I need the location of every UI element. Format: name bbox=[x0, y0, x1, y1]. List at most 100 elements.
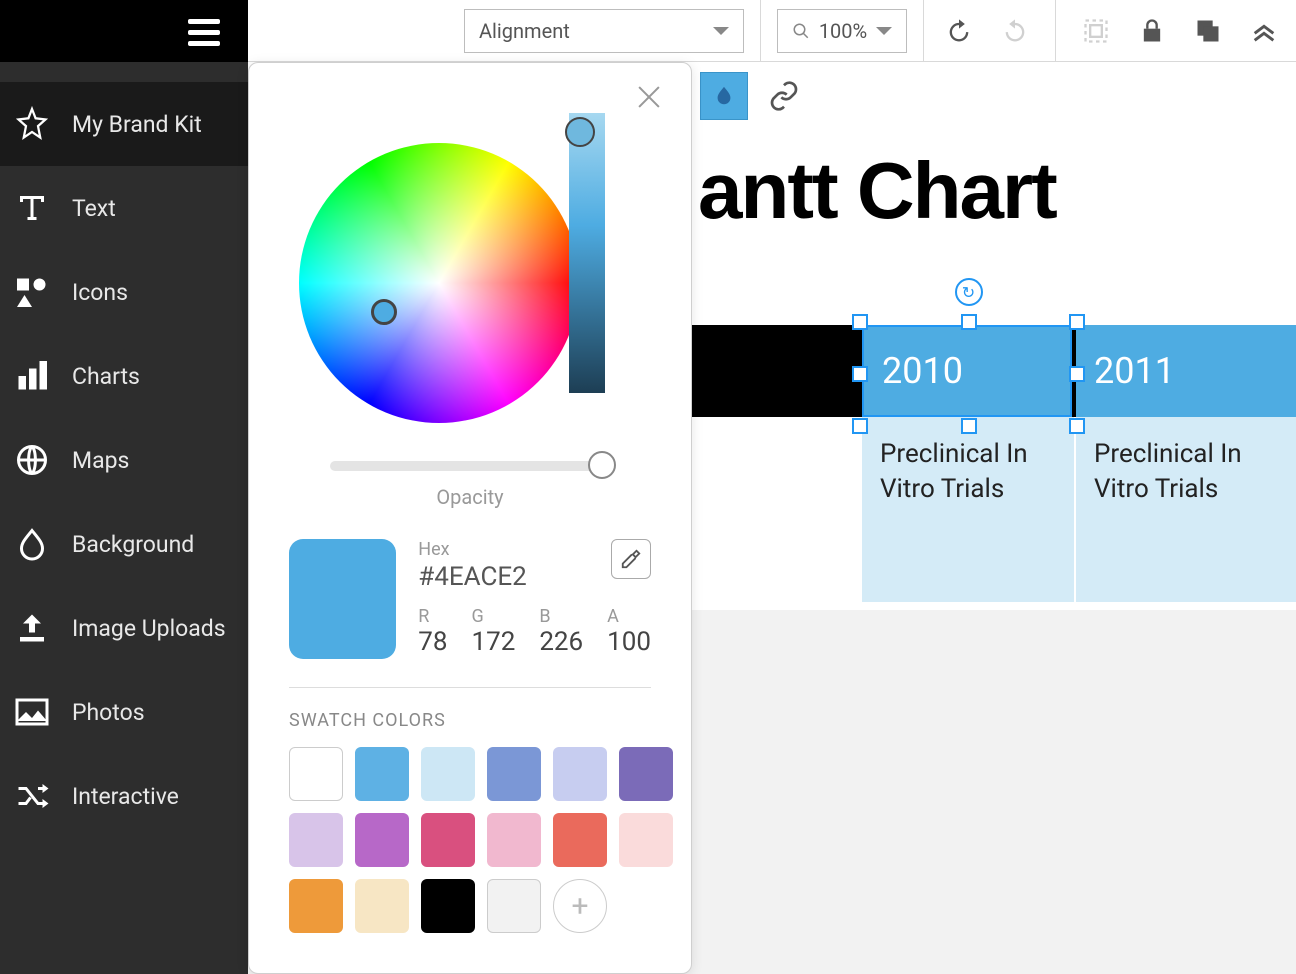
sidebar-item-label: Text bbox=[72, 195, 116, 222]
chevron-down-icon bbox=[876, 27, 892, 35]
photo-icon bbox=[14, 694, 50, 730]
swatch[interactable] bbox=[289, 879, 343, 933]
sidebar-item-label: Background bbox=[72, 531, 194, 558]
swatch[interactable] bbox=[487, 813, 541, 867]
swatch[interactable] bbox=[487, 879, 541, 933]
search-icon bbox=[792, 22, 810, 40]
current-color-swatch bbox=[289, 539, 396, 659]
divider bbox=[289, 687, 651, 688]
undo-button[interactable] bbox=[943, 15, 975, 47]
swatch[interactable] bbox=[289, 747, 343, 801]
fill-color-button[interactable] bbox=[700, 72, 748, 120]
b-label: B bbox=[539, 606, 583, 627]
text-icon bbox=[14, 190, 50, 226]
sidebar-item-charts[interactable]: Charts bbox=[0, 334, 248, 418]
sidebar-item-my-brand-kit[interactable]: My Brand Kit bbox=[0, 82, 248, 166]
gantt-header-2010[interactable]: 2010 bbox=[862, 325, 1072, 417]
sidebar-item-label: Charts bbox=[72, 363, 140, 390]
group-button[interactable] bbox=[1080, 15, 1112, 47]
swatch[interactable] bbox=[619, 813, 673, 867]
drop-icon bbox=[713, 83, 735, 109]
sidebar-item-maps[interactable]: Maps bbox=[0, 418, 248, 502]
swatch[interactable] bbox=[355, 747, 409, 801]
element-toolbar bbox=[700, 72, 800, 120]
hex-label: Hex bbox=[418, 539, 527, 560]
opacity-thumb[interactable] bbox=[588, 451, 616, 479]
drop-icon bbox=[14, 526, 50, 562]
a-value[interactable]: 100 bbox=[607, 627, 651, 657]
separator bbox=[760, 0, 761, 62]
zoom-label: 100% bbox=[819, 19, 867, 43]
eyedropper-button[interactable] bbox=[611, 539, 651, 579]
sidebar-item-image-uploads[interactable]: Image Uploads bbox=[0, 586, 248, 670]
globe-icon bbox=[14, 442, 50, 478]
sidebar-item-background[interactable]: Background bbox=[0, 502, 248, 586]
sidebar-item-label: My Brand Kit bbox=[72, 111, 202, 138]
sidebar: My Brand Kit Text Icons Charts Maps Back… bbox=[0, 0, 248, 974]
sidebar-item-text[interactable]: Text bbox=[0, 166, 248, 250]
sidebar-item-photos[interactable]: Photos bbox=[0, 670, 248, 754]
link-icon bbox=[768, 80, 800, 112]
r-value[interactable]: 78 bbox=[418, 627, 447, 657]
top-toolbar: Alignment 100% bbox=[248, 0, 1296, 62]
swatch[interactable] bbox=[553, 813, 607, 867]
alignment-dropdown[interactable]: Alignment bbox=[464, 9, 744, 53]
swatch[interactable] bbox=[355, 879, 409, 933]
color-wheel[interactable] bbox=[299, 143, 579, 423]
alignment-label: Alignment bbox=[479, 19, 570, 43]
close-button[interactable] bbox=[635, 83, 663, 111]
lightness-cursor[interactable] bbox=[565, 117, 595, 147]
opacity-label: Opacity bbox=[436, 485, 503, 509]
gantt-body-2011[interactable]: Preclinical In Vitro Trials bbox=[1076, 417, 1296, 602]
copy-button[interactable] bbox=[1192, 15, 1224, 47]
swatch[interactable] bbox=[355, 813, 409, 867]
gantt-header-2011[interactable]: 2011 bbox=[1076, 325, 1296, 417]
upload-icon bbox=[14, 610, 50, 646]
sidebar-item-label: Image Uploads bbox=[72, 615, 226, 642]
shapes-icon bbox=[14, 274, 50, 310]
sidebar-topbar bbox=[0, 0, 248, 62]
separator bbox=[1055, 0, 1056, 62]
gantt-body-2010[interactable]: Preclinical In Vitro Trials bbox=[862, 417, 1074, 602]
swatch-grid: + bbox=[289, 747, 651, 933]
swatch[interactable] bbox=[421, 813, 475, 867]
page-title[interactable]: antt Chart bbox=[698, 145, 1056, 237]
hex-value[interactable]: #4EACE2 bbox=[418, 562, 527, 592]
zoom-dropdown[interactable]: 100% bbox=[777, 9, 907, 53]
chevron-down-icon bbox=[713, 27, 729, 35]
lock-button[interactable] bbox=[1136, 15, 1168, 47]
a-label: A bbox=[607, 606, 651, 627]
eyedropper-icon bbox=[620, 548, 642, 570]
sidebar-item-interactive[interactable]: Interactive bbox=[0, 754, 248, 838]
swatch[interactable] bbox=[421, 747, 475, 801]
lightness-slider[interactable] bbox=[569, 113, 605, 393]
sidebar-item-label: Icons bbox=[72, 279, 128, 306]
swatch[interactable] bbox=[553, 747, 607, 801]
swatch[interactable] bbox=[487, 747, 541, 801]
swatch[interactable] bbox=[619, 747, 673, 801]
sidebar-items: My Brand Kit Text Icons Charts Maps Back… bbox=[0, 62, 248, 838]
opacity-slider[interactable] bbox=[330, 461, 610, 471]
link-button[interactable] bbox=[768, 80, 800, 112]
separator bbox=[923, 0, 924, 62]
r-label: R bbox=[418, 606, 447, 627]
shuffle-icon bbox=[14, 778, 50, 814]
collapse-button[interactable] bbox=[1248, 15, 1280, 47]
sidebar-item-label: Photos bbox=[72, 699, 145, 726]
add-swatch-button[interactable]: + bbox=[553, 879, 607, 933]
swatch[interactable] bbox=[289, 813, 343, 867]
hamburger-menu-button[interactable] bbox=[180, 8, 228, 56]
b-value[interactable]: 226 bbox=[539, 627, 583, 657]
sidebar-item-label: Interactive bbox=[72, 783, 179, 810]
color-wheel-cursor[interactable] bbox=[371, 299, 397, 325]
sidebar-item-icons[interactable]: Icons bbox=[0, 250, 248, 334]
swatch-colors-title: SWATCH COLORS bbox=[289, 710, 651, 731]
redo-button[interactable] bbox=[999, 15, 1031, 47]
sidebar-item-label: Maps bbox=[72, 447, 129, 474]
star-icon bbox=[14, 106, 50, 142]
g-label: G bbox=[471, 606, 515, 627]
g-value[interactable]: 172 bbox=[471, 627, 515, 657]
swatch[interactable] bbox=[421, 879, 475, 933]
bars-icon bbox=[14, 358, 50, 394]
color-picker-panel: Opacity Hex #4EACE2 R78 G172 B226 A100 S… bbox=[248, 62, 692, 974]
